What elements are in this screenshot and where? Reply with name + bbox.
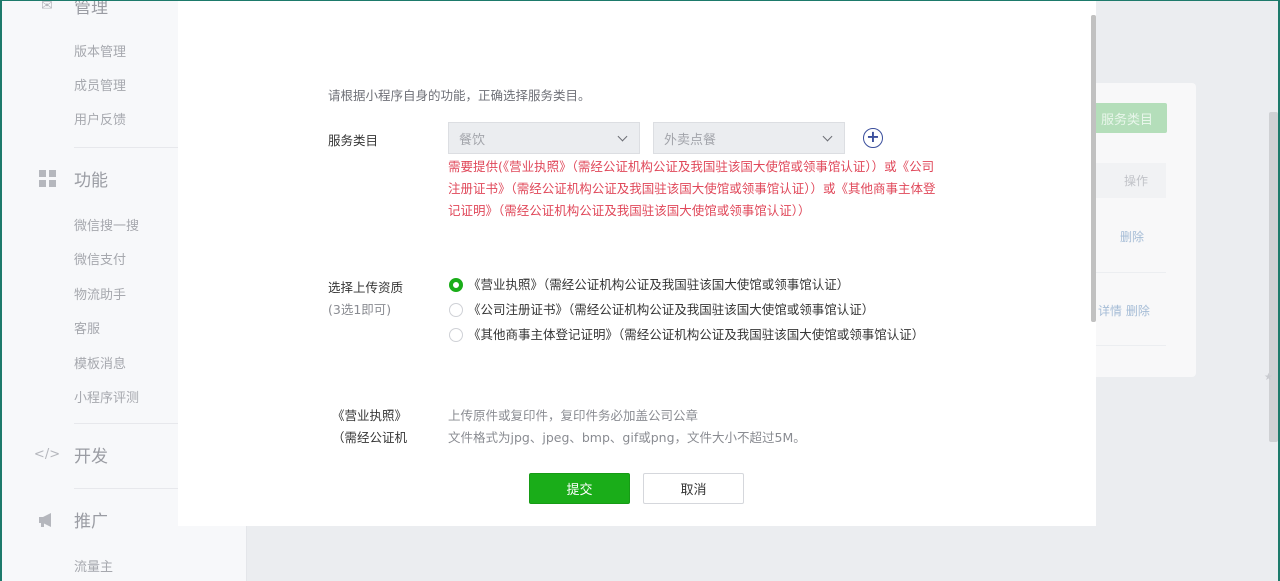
qualification-option-other-cert[interactable]: 《其他商事主体登记证明》（需经公证机构公证及我国驻该国大使馆或领事馆认证） — [449, 324, 928, 346]
sidebar-section-manage[interactable]: ✉ 管理 — [38, 0, 108, 18]
sidebar-item-template[interactable]: 模板消息 — [74, 353, 126, 372]
sidebar-item-traffic[interactable]: 流量主 — [74, 556, 113, 575]
qualification-sub-label: (3选1即可) — [328, 302, 392, 317]
sidebar-section-manage-label: 管理 — [74, 0, 108, 18]
upload-label-line1: 《营业执照》 — [331, 408, 407, 423]
sidebar-section-dev-label: 开发 — [74, 447, 108, 467]
star-icon: ★ — [1264, 372, 1273, 383]
option-label: 《公司注册证书》（需经公证机构公证及我国驻该国大使馆或领事馆认证） — [468, 302, 875, 317]
upload-hint: 上传原件或复印件，复印件务必加盖公司公章 文件格式为jpg、jpeg、bmp、g… — [448, 405, 806, 449]
chevron-down-icon — [617, 131, 628, 141]
upload-hint-line2: 文件格式为jpg、jpeg、bmp、gif或png，文件大小不超过5M。 — [448, 430, 806, 445]
qualification-option-company-cert[interactable]: 《公司注册证书》（需经公证机构公证及我国驻该国大使馆或领事馆认证） — [449, 299, 928, 321]
qualification-option-license[interactable]: 《营业执照》（需经公证机构公证及我国驻该国大使馆或领事馆认证） — [449, 274, 928, 296]
sidebar-section-promo[interactable]: 推广 — [38, 507, 108, 532]
sidebar-section-dev[interactable]: </> 开发 — [33, 442, 108, 467]
sidebar-item-version[interactable]: 版本管理 — [74, 41, 126, 60]
secondary-category-value: 外卖点餐 — [664, 132, 717, 148]
requirement-text: 需要提供(《营业执照》（需经公证机构公证及我国驻该国大使馆或领事馆认证））或《公… — [448, 159, 936, 218]
secondary-category-select[interactable]: 外卖点餐 — [653, 122, 845, 154]
megaphone-icon — [38, 511, 56, 529]
page-scrollbar[interactable] — [1269, 112, 1278, 442]
row-actions[interactable]: 详情 删除 — [1098, 302, 1150, 319]
chevron-down-icon — [822, 131, 833, 141]
sidebar-item-search[interactable]: 微信搜一搜 — [74, 215, 139, 234]
submit-button[interactable]: 提交 — [529, 473, 630, 504]
mail-icon: ✉ — [41, 0, 53, 14]
upload-label: 《营业执照》 （需经公证机 — [327, 405, 407, 449]
upload-hint-line1: 上传原件或复印件，复印件务必加盖公司公章 — [448, 408, 699, 423]
option-label: 《营业执照》（需经公证机构公证及我国驻该国大使馆或领事馆认证） — [468, 277, 850, 292]
sidebar-item-logistics[interactable]: 物流助手 — [74, 284, 126, 303]
add-category-plus-icon[interactable]: + — [863, 128, 883, 148]
sidebar-item-evaluate[interactable]: 小程序评测 — [74, 387, 139, 406]
cancel-button[interactable]: 取消 — [643, 473, 744, 504]
window-frame-top — [0, 0, 1280, 1]
code-icon: </> — [33, 447, 61, 462]
dialog-intro: 请根据小程序自身的功能，正确选择服务类目。 — [328, 88, 591, 103]
sidebar-item-members[interactable]: 成员管理 — [74, 75, 126, 94]
grid-icon — [38, 170, 56, 188]
dialog-scrollbar[interactable] — [1091, 15, 1096, 322]
radio-unchecked[interactable] — [449, 328, 463, 342]
qualification-label: 选择上传资质 — [328, 280, 404, 295]
sidebar-item-feedback[interactable]: 用户反馈 — [74, 109, 126, 128]
sidebar-section-function-label: 功能 — [74, 171, 108, 191]
primary-category-select[interactable]: 餐饮 — [448, 122, 640, 154]
sidebar-item-pay[interactable]: 微信支付 — [74, 249, 126, 268]
option-label: 《其他商事主体登记证明》（需经公证机构公证及我国驻该国大使馆或领事馆认证） — [468, 327, 925, 342]
upload-label-line2: （需经公证机 — [331, 430, 407, 445]
sidebar-item-service[interactable]: 客服 — [74, 318, 100, 337]
delete-link[interactable]: 删除 — [1120, 228, 1144, 245]
sidebar-section-function[interactable]: 功能 — [38, 166, 108, 191]
radio-unchecked[interactable] — [449, 303, 463, 317]
sidebar-section-promo-label: 推广 — [74, 512, 108, 532]
primary-category-value: 餐饮 — [459, 132, 486, 148]
window-frame-left — [0, 0, 2, 581]
category-label: 服务类目 — [328, 133, 379, 148]
radio-checked[interactable] — [449, 278, 463, 292]
